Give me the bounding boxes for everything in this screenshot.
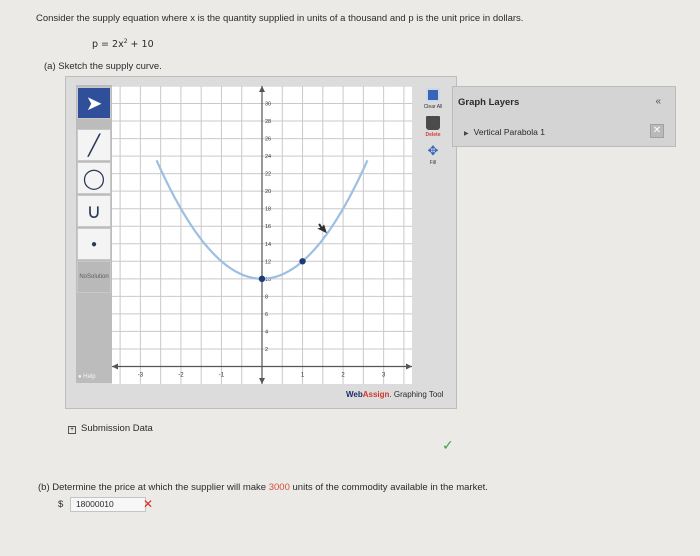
clear-all-icon [426,88,440,102]
fill-label: Fill [429,160,437,166]
line-icon: ╱ [87,134,101,157]
webassign-brand: WebAssign. Graphing Tool [346,390,444,399]
y-tick-label: 4 [265,329,268,335]
layer-item-label: Vertical Parabola 1 [473,127,545,137]
question-text: Consider the supply equation where x is … [36,13,524,24]
answer-row: $ 18000010 [58,497,146,512]
pointer-icon: ➤ [85,92,103,115]
pointer-tool[interactable]: ➤ [77,87,111,119]
plot-svg[interactable]: -3 -2 -1 1 2 324681012141618202224262830 [112,85,412,384]
layer-item-vertical-parabola[interactable]: ▶ Vertical Parabola 1 [464,127,545,137]
trash-icon [426,116,440,130]
clear-all-button[interactable]: Clear All [418,88,448,110]
brand-suffix: . Graphing Tool [389,390,444,399]
part-a-label: (a) Sketch the supply curve. [44,61,162,72]
circle-tool[interactable]: ◯ [77,162,111,194]
y-tick-label: 20 [265,189,271,195]
y-tick-label: 26 [265,137,271,143]
part-b-question: (b) Determine the price at which the sup… [38,482,488,493]
delete-label: Delete [425,132,441,138]
help-button[interactable]: ● Help [78,374,96,380]
submission-data-toggle[interactable]: + Submission Data [68,423,153,434]
line-tool[interactable]: ╱ [77,129,111,161]
help-label: Help [83,374,96,380]
y-tick-label: 30 [265,102,271,108]
y-tick-label: 8 [265,294,268,300]
x-tick-label: 3 [382,372,386,378]
equation-left: p = 2x [92,39,124,51]
curve-point [299,258,306,265]
part-b-suffix: units of the commodity available in the … [289,482,488,493]
x-axis-arrow-left [112,363,118,370]
parabola-icon: ∪ [86,200,102,223]
fill-bucket-icon: ✥ [427,143,439,158]
submission-data-label: Submission Data [81,423,153,434]
circle-icon: ◯ [82,167,106,190]
part-b-highlight: 3000 [268,482,290,493]
help-icon: ● [78,374,82,380]
graph-actions: Clear All Delete ✥ Fill [418,88,448,172]
y-tick-label: 14 [265,242,271,248]
incorrect-x-icon: ✕ [143,497,154,511]
correct-check-icon: ✓ [442,437,454,453]
graphing-tool: ➤ ╱ ◯ ∪ ● No Solution ● Help -3 -2 -1 1 2 3 2 4… [65,76,457,409]
y-axis-arrow-down [259,378,265,384]
answer-input[interactable]: 18000010 [69,497,146,512]
expand-arrow-icon: ▶ [464,131,469,137]
x-tick-label: 1 [301,372,305,378]
no-solution-label-2: Solution [86,273,109,280]
collapse-icon[interactable]: « [655,96,661,107]
y-tick-label: 16 [265,224,271,230]
graph-layers-title: Graph Layers [458,97,520,108]
x-tick-label: -1 [219,372,225,378]
graph-layers-panel: Graph Layers « ▶ Vertical Parabola 1 ✕ [452,86,676,147]
y-tick-label: 24 [265,154,271,160]
point-icon: ● [90,238,98,250]
no-solution-button[interactable]: No Solution [77,261,111,293]
y-tick-label: 18 [265,207,271,213]
equation-right: + 10 [127,39,154,51]
y-tick-label: 6 [265,312,268,318]
x-tick-label: 2 [341,372,345,378]
point-tool[interactable]: ● [77,228,111,260]
graph-canvas[interactable]: -3 -2 -1 1 2 3 2 4 6 8 10 12 14 16 18 20 22 24 26 28 30 [112,85,412,384]
no-solution-label-1: No [79,273,87,280]
currency-symbol: $ [58,499,64,511]
x-axis-arrow-right [406,363,412,370]
y-tick-label: 22 [265,172,271,178]
delete-button[interactable]: Delete [418,116,448,138]
brand-assign: Assign [362,390,390,399]
x-tick-label: -3 [138,372,144,378]
tool-palette: ➤ ╱ ◯ ∪ ● No Solution ● Help [76,85,112,383]
vertex-point [258,275,266,283]
expand-plus-icon: + [68,426,76,434]
y-tick-label: 28 [265,119,271,125]
clear-all-label: Clear All [423,104,443,110]
y-axis-arrow-up [259,86,265,92]
x-tick-label: -2 [178,372,184,378]
supply-equation: p = 2x2 + 10 [92,38,154,50]
y-tick-label: 2 [265,347,268,353]
part-b-prefix: (b) Determine the price at which the sup… [38,482,269,493]
fill-button[interactable]: ✥ Fill [418,143,448,167]
y-tick-label: 12 [265,259,271,265]
parabola-tool[interactable]: ∪ [77,195,111,227]
brand-web: Web [346,390,363,399]
delete-layer-icon[interactable]: ✕ [650,124,664,138]
